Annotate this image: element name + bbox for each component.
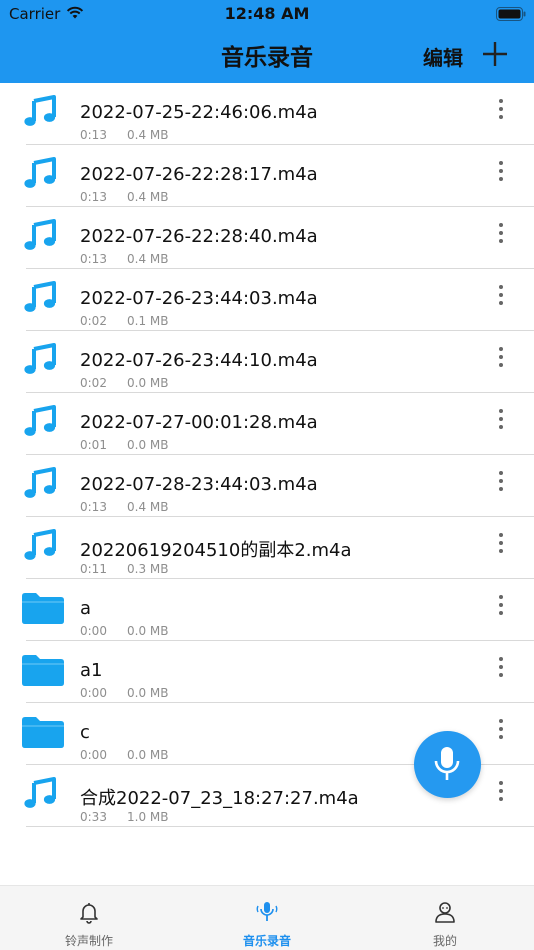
item-name: 2022-07-26-23:44:03.m4a <box>80 288 318 309</box>
item-size: 0.4 MB <box>127 252 169 266</box>
item-duration: 0:01 <box>80 438 107 452</box>
music-note-icon <box>22 464 58 500</box>
item-size: 0.0 MB <box>127 376 169 390</box>
tab-profile[interactable]: 我的 <box>356 886 534 950</box>
item-meta: 0:13 0.4 MB <box>80 252 168 266</box>
tab-label: 铃声制作 <box>64 934 113 948</box>
item-name: c <box>80 722 90 743</box>
edit-button[interactable]: 编辑 <box>423 42 463 71</box>
row-divider <box>26 826 534 827</box>
item-name: 2022-07-25-22:46:06.m4a <box>80 102 318 123</box>
item-size: 0.0 MB <box>127 438 169 452</box>
more-options-icon[interactable] <box>490 159 512 183</box>
recording-row[interactable]: 2022-07-25-22:46:06.m4a 0:13 0.4 MB <box>0 83 534 145</box>
music-note-icon <box>22 278 58 314</box>
tab-label: 我的 <box>432 934 457 948</box>
item-meta: 0:01 0.0 MB <box>80 438 168 452</box>
recording-row[interactable]: 2022-07-27-00:01:28.m4a 0:01 0.0 MB <box>0 393 534 455</box>
recording-row[interactable]: 2022-07-26-23:44:03.m4a 0:02 0.1 MB <box>0 269 534 331</box>
music-note-icon <box>22 154 58 190</box>
music-note-icon <box>22 774 58 810</box>
more-options-icon[interactable] <box>490 345 512 369</box>
item-meta: 0:00 0.0 MB <box>80 748 168 762</box>
microphone-icon <box>434 747 460 780</box>
item-duration: 0:13 <box>80 190 107 204</box>
tab-bar: 铃声制作 音乐录音 我的 <box>0 885 534 950</box>
music-note-icon <box>22 402 58 438</box>
item-duration: 0:00 <box>80 748 107 762</box>
item-name: 2022-07-26-22:28:17.m4a <box>80 164 318 185</box>
more-options-icon[interactable] <box>490 407 512 431</box>
item-duration: 0:11 <box>80 562 107 576</box>
item-name: 合成2022-07_23_18:27:27.m4a <box>80 788 359 809</box>
item-size: 0.0 MB <box>127 686 169 700</box>
item-size: 0.4 MB <box>127 190 169 204</box>
item-name: 2022-07-26-23:44:10.m4a <box>80 350 318 371</box>
music-note-icon <box>22 92 58 128</box>
tab-label: 音乐录音 <box>242 934 291 948</box>
more-options-icon[interactable] <box>490 531 512 555</box>
folder-icon <box>22 589 64 625</box>
status-time: 12:48 AM <box>224 4 310 23</box>
item-name: a <box>80 598 92 619</box>
item-size: 0.3 MB <box>127 562 169 576</box>
battery-icon <box>496 7 526 21</box>
more-options-icon[interactable] <box>490 779 512 803</box>
folder-icon <box>22 651 64 687</box>
music-note-icon <box>22 526 58 562</box>
add-icon[interactable] <box>481 40 509 68</box>
record-button[interactable] <box>414 731 481 798</box>
item-size: 0.0 MB <box>127 748 169 762</box>
more-options-icon[interactable] <box>490 717 512 741</box>
folder-row[interactable]: a1 0:00 0.0 MB <box>0 641 534 703</box>
item-meta: 0:00 0.0 MB <box>80 624 168 638</box>
item-meta: 0:02 0.1 MB <box>80 314 168 328</box>
folder-icon <box>22 713 64 749</box>
item-duration: 0:33 <box>80 810 107 824</box>
more-options-icon[interactable] <box>490 97 512 121</box>
item-duration: 0:13 <box>80 252 107 266</box>
item-duration: 0:13 <box>80 128 107 142</box>
music-note-icon <box>22 340 58 376</box>
item-name: 2022-07-27-00:01:28.m4a <box>80 412 318 433</box>
more-options-icon[interactable] <box>490 283 512 307</box>
navigation-bar: Carrier 12:48 AM 音乐录音 编辑 <box>0 0 534 83</box>
item-name: 2022-07-26-22:28:40.m4a <box>80 226 318 247</box>
recording-row[interactable]: 2022-07-26-23:44:10.m4a 0:02 0.0 MB <box>0 331 534 393</box>
item-name: 20220619204510的副本2.m4a <box>80 540 352 561</box>
recording-row[interactable]: 2022-07-26-22:28:40.m4a 0:13 0.4 MB <box>0 207 534 269</box>
item-duration: 0:02 <box>80 376 107 390</box>
item-name: a1 <box>80 660 103 681</box>
more-options-icon[interactable] <box>490 655 512 679</box>
more-options-icon[interactable] <box>490 469 512 493</box>
status-bar: Carrier 12:48 AM <box>0 0 534 28</box>
item-meta: 0:13 0.4 MB <box>80 500 168 514</box>
tab-music-recording[interactable]: 音乐录音 <box>178 886 356 950</box>
item-meta: 0:11 0.3 MB <box>80 562 168 576</box>
item-meta: 0:13 0.4 MB <box>80 190 168 204</box>
tab-ringtone-maker[interactable]: 铃声制作 <box>0 886 178 950</box>
recording-row[interactable]: 2022-07-28-23:44:03.m4a 0:13 0.4 MB <box>0 455 534 517</box>
more-options-icon[interactable] <box>490 221 512 245</box>
item-duration: 0:13 <box>80 500 107 514</box>
item-meta: 0:33 1.0 MB <box>80 810 168 824</box>
item-meta: 0:02 0.0 MB <box>80 376 168 390</box>
item-name: 2022-07-28-23:44:03.m4a <box>80 474 318 495</box>
item-size: 0.0 MB <box>127 624 169 638</box>
more-options-icon[interactable] <box>490 593 512 617</box>
music-note-icon <box>22 216 58 252</box>
item-meta: 0:13 0.4 MB <box>80 128 168 142</box>
item-size: 0.4 MB <box>127 500 169 514</box>
item-duration: 0:00 <box>80 624 107 638</box>
item-duration: 0:02 <box>80 314 107 328</box>
item-duration: 0:00 <box>80 686 107 700</box>
item-meta: 0:00 0.0 MB <box>80 686 168 700</box>
item-size: 0.4 MB <box>127 128 169 142</box>
folder-row[interactable]: a 0:00 0.0 MB <box>0 579 534 641</box>
recording-row[interactable]: 20220619204510的副本2.m4a 0:11 0.3 MB <box>0 517 534 579</box>
recording-row[interactable]: 2022-07-26-22:28:17.m4a 0:13 0.4 MB <box>0 145 534 207</box>
item-size: 1.0 MB <box>127 810 169 824</box>
item-size: 0.1 MB <box>127 314 169 328</box>
